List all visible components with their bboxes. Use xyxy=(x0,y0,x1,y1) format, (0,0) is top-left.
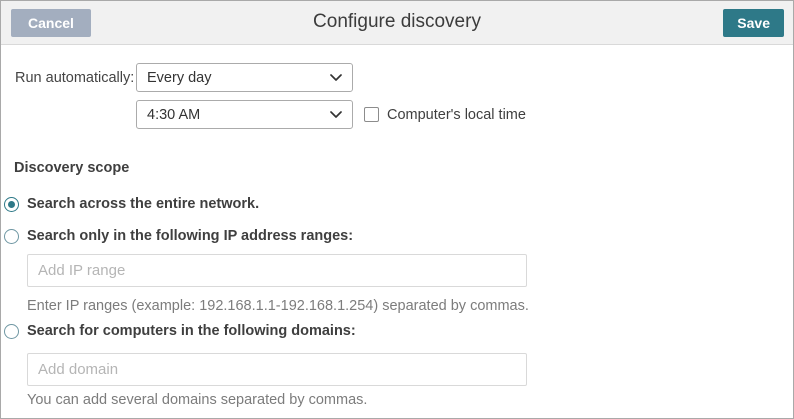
radio-button-entire-network[interactable] xyxy=(4,196,19,212)
frequency-select-value: Every day xyxy=(147,69,212,86)
scope-option-ip-ranges[interactable]: Search only in the following IP address … xyxy=(4,228,353,244)
scope-option-domains[interactable]: Search for computers in the following do… xyxy=(4,323,356,339)
domain-input[interactable] xyxy=(27,353,527,386)
save-button[interactable]: Save xyxy=(723,9,784,37)
chevron-down-icon xyxy=(330,73,342,82)
ip-range-helper-text: Enter IP ranges (example: 192.168.1.1-19… xyxy=(27,298,529,314)
dialog-header: Cancel Configure discovery Save xyxy=(1,1,793,45)
scope-option-label: Search for computers in the following do… xyxy=(27,323,356,339)
time-select-value: 4:30 AM xyxy=(147,106,201,123)
local-time-checkbox[interactable] xyxy=(364,107,379,122)
configure-discovery-dialog: Cancel Configure discovery Save Run auto… xyxy=(0,0,794,419)
scope-option-label: Search only in the following IP address … xyxy=(27,228,354,244)
radio-button-domains[interactable] xyxy=(4,323,19,339)
chevron-down-icon xyxy=(330,110,342,119)
discovery-scope-heading: Discovery scope xyxy=(14,160,130,176)
time-select[interactable]: 4:30 AM xyxy=(136,100,353,129)
radio-button-ip-ranges[interactable] xyxy=(4,228,19,244)
radio-dot xyxy=(8,200,15,208)
scope-option-label: Search across the entire network. xyxy=(27,196,260,212)
local-time-checkbox-row[interactable]: Computer's local time xyxy=(364,100,526,129)
ip-range-input[interactable] xyxy=(27,254,527,287)
frequency-select[interactable]: Every day xyxy=(136,63,353,92)
domain-helper-text: You can add several domains separated by… xyxy=(27,392,368,408)
local-time-checkbox-label: Computer's local time xyxy=(387,106,526,123)
page-title: Configure discovery xyxy=(313,11,481,32)
scope-option-entire-network[interactable]: Search across the entire network. xyxy=(4,196,259,212)
run-automatically-label: Run automatically: xyxy=(15,69,135,86)
